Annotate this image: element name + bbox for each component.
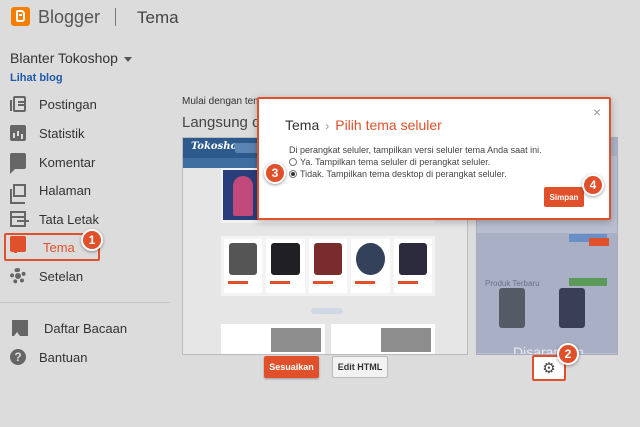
preview-card — [221, 324, 325, 354]
step-marker: 2 — [557, 343, 579, 365]
preview-product — [559, 288, 585, 328]
live-on-blog-heading: Langsung di Blog — [182, 114, 260, 131]
header-divider — [115, 8, 116, 26]
option-mobile-theme[interactable]: Ya. Tampilkan tema seluler di perangkat … — [289, 157, 490, 167]
pages-icon — [10, 183, 26, 204]
sidebar-item-settings[interactable]: Setelan — [10, 265, 83, 287]
edit-html-button[interactable]: Edit HTML — [332, 356, 388, 378]
sidebar-item-comments[interactable]: Komentar — [10, 151, 96, 174]
preview-lower-section — [221, 324, 435, 354]
step-marker: 4 — [582, 174, 604, 196]
sidebar-item-help[interactable]: ? Bantuan — [10, 346, 87, 368]
sidebar-item-label: Daftar Bacaan — [44, 320, 128, 336]
dialog-description: Di perangkat seluler, tampilkan versi se… — [289, 145, 542, 155]
help-icon: ? — [10, 349, 26, 365]
preview-product — [266, 239, 305, 293]
comment-icon — [10, 152, 26, 174]
sidebar-divider — [0, 302, 170, 303]
gear-icon — [10, 268, 26, 284]
dialog-title: Pilih tema seluler — [335, 117, 442, 133]
step-marker: 1 — [81, 229, 103, 251]
stats-icon — [10, 125, 26, 141]
chevron-down-icon — [123, 56, 132, 62]
breadcrumb-separator: › — [325, 119, 330, 133]
preview-card — [331, 324, 435, 354]
radio-button-selected[interactable] — [289, 170, 297, 178]
app-name[interactable]: Blogger — [38, 7, 100, 28]
sidebar-item-label: Tata Letak — [39, 211, 99, 227]
sidebar-item-label: Tema — [43, 239, 75, 255]
gear-icon: ⚙ — [542, 359, 556, 377]
preview-product — [499, 288, 525, 328]
preview-product — [224, 239, 263, 293]
option-label: Ya. Tampilkan tema seluler di perangkat … — [300, 157, 491, 167]
sidebar-item-stats[interactable]: Statistik — [10, 122, 85, 144]
mobile-theme-dialog: × Tema › Pilih tema seluler Di perangkat s… — [257, 97, 611, 220]
preview-product — [308, 239, 348, 293]
dialog-breadcrumb: Tema › Pilih tema seluler — [285, 117, 442, 133]
save-button[interactable]: Simpan — [544, 187, 584, 207]
page-title: Tema — [137, 8, 179, 27]
top-bar: Blogger Tema — [0, 0, 640, 37]
blog-selector[interactable]: Blanter Tokoshop — [10, 50, 132, 66]
blog-name: Blanter Tokoshop — [10, 50, 118, 66]
breadcrumb-root[interactable]: Tema — [285, 117, 319, 133]
sidebar-item-label: Statistik — [39, 125, 85, 141]
mobile-preview-heading: Produk Terbaru — [485, 279, 540, 288]
sidebar-item-label: Setelan — [39, 268, 84, 284]
customize-button[interactable]: Sesuaikan — [264, 356, 319, 378]
sidebar-item-reading-list[interactable]: Daftar Bacaan — [10, 317, 127, 339]
close-icon[interactable]: × — [593, 104, 601, 120]
sidebar-item-posts[interactable]: Postingan — [10, 93, 97, 115]
sidebar-item-label: Bantuan — [39, 349, 88, 365]
sidebar-item-label: Halaman — [39, 182, 92, 198]
sidebar-item-layout[interactable]: Tata Letak — [10, 208, 99, 230]
option-label: Tidak. Tampilkan tema desktop di perangk… — [300, 169, 507, 179]
intro-text: Mulai dengan tema — [182, 96, 260, 107]
radio-button[interactable] — [289, 158, 297, 166]
blogger-logo-icon[interactable] — [11, 7, 30, 26]
theme-icon — [10, 236, 26, 253]
sidebar-item-label: Postingan — [39, 96, 97, 112]
step-marker: 3 — [264, 162, 286, 184]
layout-icon — [10, 211, 26, 227]
sidebar-item-pages[interactable]: Halaman — [10, 179, 92, 204]
preview-more-button — [311, 308, 343, 314]
preview-product-grid — [221, 236, 435, 296]
preview-product — [393, 239, 433, 293]
sidebar-item-label: Komentar — [39, 154, 96, 170]
option-desktop-theme[interactable]: Tidak. Tampilkan tema desktop di perangk… — [289, 169, 507, 179]
preview-product — [351, 239, 390, 293]
posts-icon — [10, 96, 26, 112]
view-blog-link[interactable]: Lihat blog — [10, 72, 63, 84]
bookmark-icon — [12, 320, 28, 336]
